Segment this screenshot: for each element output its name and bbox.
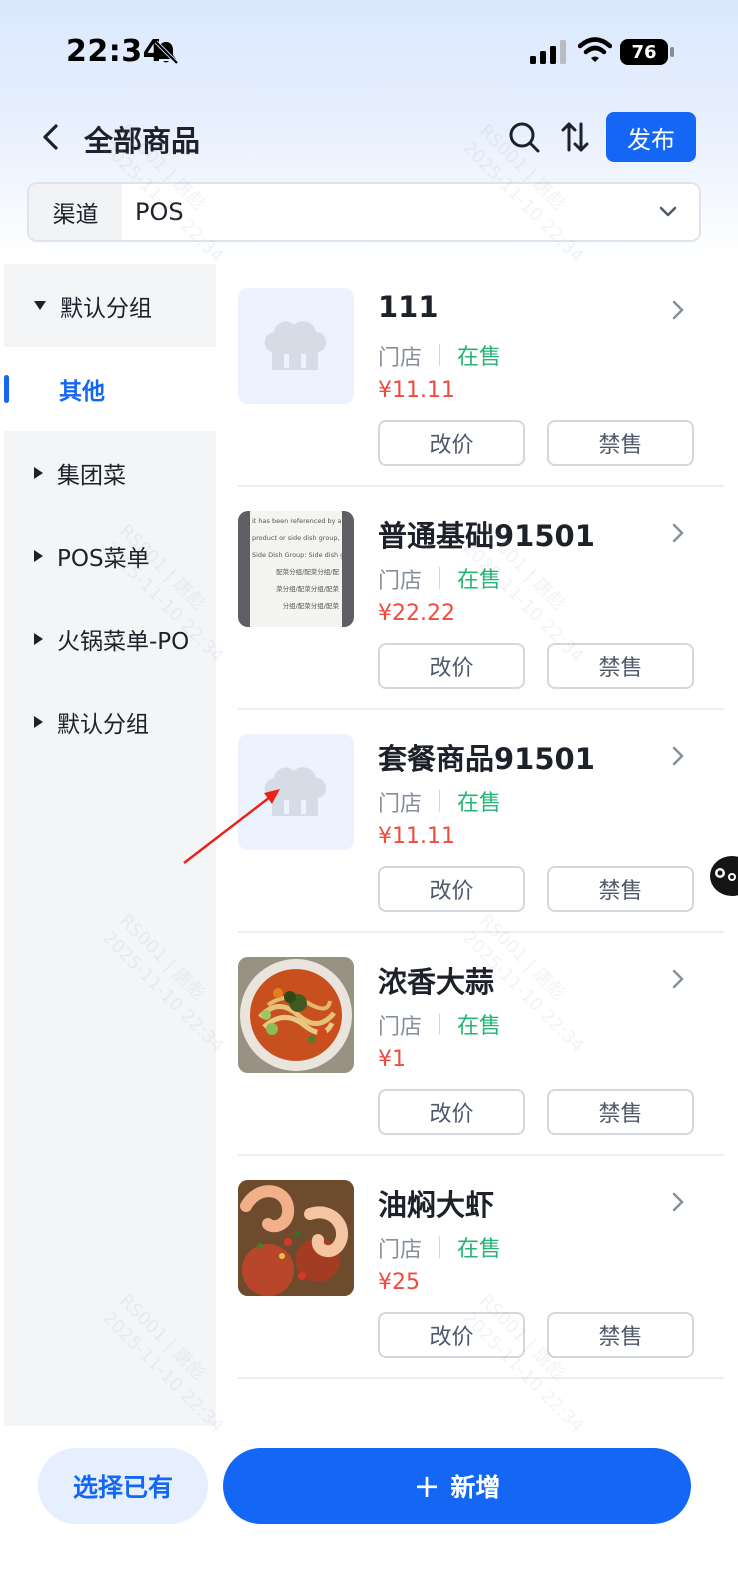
product-name: 套餐商品91501 (378, 742, 595, 776)
chef-hat-icon (264, 321, 327, 370)
bell-slash-icon (154, 40, 179, 65)
ban-sale-button[interactable]: 禁售 (547, 420, 694, 466)
sidebar-item-default-group-2[interactable]: 默认分组 (4, 680, 216, 763)
edit-price-button[interactable]: 改价 (378, 1312, 525, 1358)
wifi-icon (578, 37, 612, 62)
product-thumbnail (238, 288, 354, 404)
product-item[interactable]: 浓香大蒜 门店 在售 ¥1 改价 禁售 (238, 933, 724, 1156)
document-photo: it has been referenced by a combo produc… (252, 517, 342, 610)
edit-price-button[interactable]: 改价 (378, 866, 525, 912)
product-thumbnail (238, 957, 354, 1073)
product-status: 在售 (457, 1237, 502, 1262)
sidebar-item-pos-menu[interactable]: POS菜单 (4, 514, 216, 597)
product-store: 门店 (378, 1015, 423, 1040)
signal-icon (530, 40, 566, 64)
product-name: 油焖大虾 (378, 1188, 495, 1222)
product-status: 在售 (457, 568, 502, 593)
ban-sale-button[interactable]: 禁售 (547, 1312, 694, 1358)
chevron-right-icon[interactable] (670, 298, 686, 322)
chevron-right-icon[interactable] (670, 521, 686, 545)
ban-sale-button[interactable]: 禁售 (547, 866, 694, 912)
product-price: ¥11.11 (378, 378, 455, 403)
product-store: 门店 (378, 1238, 423, 1263)
product-price: ¥22.22 (378, 601, 455, 626)
sidebar-item-label: POS菜单 (57, 545, 150, 572)
nav-bar: 全部商品 发布 (0, 106, 738, 170)
caret-right-icon (34, 632, 43, 645)
back-icon[interactable] (38, 120, 66, 154)
sidebar-item-label: 默认分组 (60, 295, 152, 322)
product-item[interactable]: 套餐商品91501 门店 在售 ¥11.11 改价 禁售 (238, 710, 724, 933)
edit-price-button[interactable]: 改价 (378, 1089, 525, 1135)
sort-icon[interactable] (560, 120, 590, 154)
floating-assistant-icon[interactable] (708, 853, 738, 899)
ban-sale-button[interactable]: 禁售 (547, 1089, 694, 1135)
channel-value: POS (135, 198, 184, 226)
chevron-right-icon[interactable] (670, 1190, 686, 1214)
caret-right-icon (34, 549, 43, 562)
edit-price-button[interactable]: 改价 (378, 643, 525, 689)
channel-select[interactable]: 渠道 POS (27, 182, 701, 242)
chevron-right-icon[interactable] (670, 744, 686, 768)
annotation-arrow (183, 789, 280, 864)
sidebar-item-other[interactable]: 其他 (4, 347, 216, 431)
sidebar-item-label: 集团菜 (57, 462, 126, 489)
battery-level: 76 (620, 39, 668, 65)
select-existing-button[interactable]: 选择已有 (38, 1448, 208, 1524)
status-time: 22:34 (66, 34, 164, 69)
product-status: 在售 (457, 791, 502, 816)
sidebar-item-label: 火锅菜单-PO (57, 628, 190, 655)
shrimp-dish-photo (238, 1180, 354, 1296)
active-indicator (4, 375, 9, 403)
publish-button[interactable]: 发布 (606, 112, 696, 162)
product-name: 浓香大蒜 (378, 965, 495, 999)
search-icon[interactable] (507, 120, 541, 154)
sidebar-item-default-group[interactable]: 默认分组 (4, 264, 216, 347)
chevron-down-icon (659, 206, 677, 217)
battery-icon: 76 (620, 39, 674, 65)
caret-down-icon (34, 301, 46, 310)
ban-sale-button[interactable]: 禁售 (547, 643, 694, 689)
product-status: 在售 (457, 345, 502, 370)
edit-price-button[interactable]: 改价 (378, 420, 525, 466)
sidebar-item-label: 其他 (59, 379, 105, 405)
bottom-action-bar: 选择已有 + 新增 (0, 1426, 738, 1578)
add-new-button[interactable]: + 新增 (223, 1448, 691, 1524)
caret-right-icon (34, 715, 43, 728)
product-item[interactable]: 油焖大虾 门店 在售 ¥25 改价 禁售 (238, 1156, 724, 1379)
product-name: 普通基础91501 (378, 519, 595, 553)
add-new-label: 新增 (450, 1473, 501, 1502)
sidebar-item-hotpot-menu[interactable]: 火锅菜单-PO (4, 597, 216, 680)
product-price: ¥11.11 (378, 824, 455, 849)
product-item[interactable]: it has been referenced by a combo produc… (238, 487, 724, 710)
product-store: 门店 (378, 569, 423, 594)
product-status: 在售 (457, 1014, 502, 1039)
page-title: 全部商品 (84, 124, 201, 158)
status-bar: 22:34 76 (0, 0, 738, 100)
product-list: 111 门店 在售 ¥11.11 改价 禁售 it has been refer… (238, 264, 724, 1426)
product-item[interactable]: 111 门店 在售 ¥11.11 改价 禁售 (238, 264, 724, 487)
channel-label: 渠道 (29, 184, 122, 240)
product-price: ¥25 (378, 1270, 420, 1295)
plus-icon: + (413, 1467, 441, 1505)
chevron-right-icon[interactable] (670, 967, 686, 991)
product-price: ¥1 (378, 1047, 406, 1072)
product-thumbnail: it has been referenced by a combo produc… (238, 511, 354, 627)
noodle-bowl-photo (238, 957, 354, 1073)
product-store: 门店 (378, 792, 423, 817)
sidebar-item-group-menu[interactable]: 集团菜 (4, 431, 216, 514)
product-name: 111 (378, 290, 439, 324)
caret-right-icon (34, 466, 43, 479)
sidebar-item-label: 默认分组 (57, 711, 149, 738)
product-store: 门店 (378, 346, 423, 371)
product-thumbnail (238, 1180, 354, 1296)
